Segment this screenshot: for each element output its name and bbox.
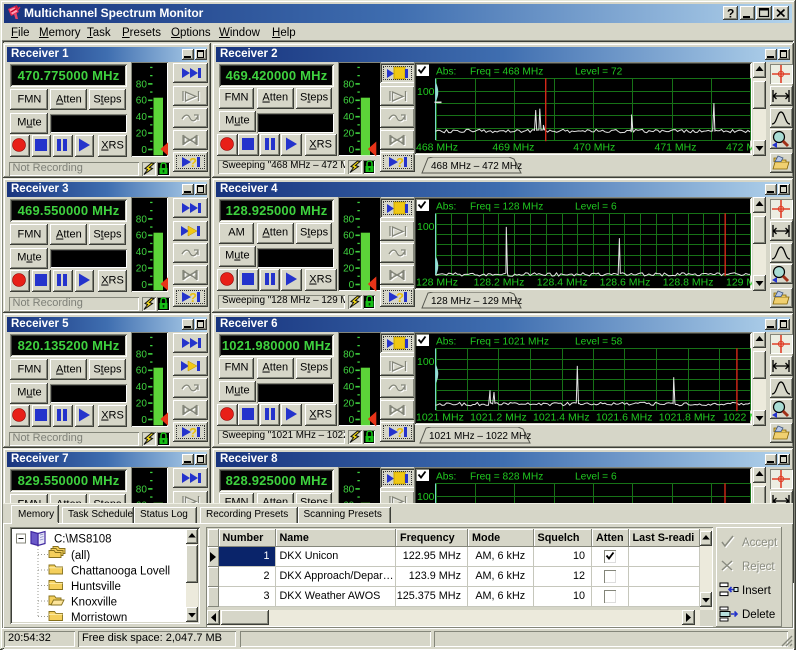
svg-text:60: 60 xyxy=(136,231,148,242)
svg-text:1021 MHz – 1022 MHz: 1021 MHz – 1022 MHz xyxy=(429,431,531,442)
svg-text:80: 80 xyxy=(343,79,355,90)
svg-text:20: 20 xyxy=(136,264,148,275)
svg-text:Freq = 128 MHz: Freq = 128 MHz xyxy=(470,202,543,213)
svg-text:60: 60 xyxy=(343,366,355,377)
svg-text:80: 80 xyxy=(136,79,148,90)
svg-text:Freq = 468 MHz: Freq = 468 MHz xyxy=(470,67,543,78)
svg-text:Abs:: Abs: xyxy=(436,337,456,348)
svg-text:Freq = 828 MHz: Freq = 828 MHz xyxy=(470,472,543,483)
svg-text:468 MHz: 468 MHz xyxy=(416,142,458,154)
svg-text:Abs:: Abs: xyxy=(436,202,456,213)
svg-text:60: 60 xyxy=(136,96,148,107)
svg-text:1022 MHz: 1022 MHz xyxy=(723,412,752,424)
svg-text:0: 0 xyxy=(141,415,147,426)
svg-text:1021.6 MHz: 1021.6 MHz xyxy=(596,412,653,424)
svg-text:128.8 MHz: 128.8 MHz xyxy=(663,277,714,289)
svg-text:Abs:: Abs: xyxy=(436,472,456,483)
svg-text:128.2 MHz: 128.2 MHz xyxy=(474,277,525,289)
svg-text:20: 20 xyxy=(136,129,148,140)
svg-text:100: 100 xyxy=(417,86,435,98)
svg-text:C:\MS8108: C:\MS8108 xyxy=(54,534,112,546)
svg-text:0: 0 xyxy=(141,280,147,291)
svg-text:80: 80 xyxy=(343,484,355,495)
svg-text:20: 20 xyxy=(343,129,355,140)
svg-text:Level = 58: Level = 58 xyxy=(575,337,623,348)
svg-text:80: 80 xyxy=(136,214,148,225)
svg-text:470 MHz: 470 MHz xyxy=(573,142,615,154)
svg-text:60: 60 xyxy=(343,231,355,242)
svg-text:60: 60 xyxy=(136,366,148,377)
svg-text:Freq = 1021 MHz: Freq = 1021 MHz xyxy=(470,337,549,348)
svg-text:1021.2 MHz: 1021.2 MHz xyxy=(470,412,527,424)
svg-text:Level = 72: Level = 72 xyxy=(575,67,623,78)
svg-text:468 MHz – 472 MHz: 468 MHz – 472 MHz xyxy=(431,161,522,172)
svg-text:129 MHz: 129 MHz xyxy=(726,277,752,289)
svg-text:128 MHz – 129 MHz: 128 MHz – 129 MHz xyxy=(431,296,522,307)
svg-text:Abs:: Abs: xyxy=(436,67,456,78)
svg-text:60: 60 xyxy=(343,96,355,107)
svg-text:0: 0 xyxy=(349,145,355,156)
svg-text:471 MHz: 471 MHz xyxy=(654,142,696,154)
svg-text:80: 80 xyxy=(343,214,355,225)
svg-text:128 MHz: 128 MHz xyxy=(416,277,458,289)
svg-text:80: 80 xyxy=(343,349,355,360)
svg-text:469 MHz: 469 MHz xyxy=(492,142,534,154)
svg-text:80: 80 xyxy=(136,484,148,495)
svg-text:Morristown: Morristown xyxy=(71,612,127,622)
svg-text:128.6 MHz: 128.6 MHz xyxy=(600,277,651,289)
svg-text:20: 20 xyxy=(343,399,355,410)
svg-text:472 MHz: 472 MHz xyxy=(726,142,752,154)
svg-text:100: 100 xyxy=(417,356,435,368)
svg-text:80: 80 xyxy=(136,349,148,360)
svg-text:40: 40 xyxy=(343,112,355,123)
svg-text:40: 40 xyxy=(136,382,148,393)
svg-text:20: 20 xyxy=(343,264,355,275)
svg-text:0: 0 xyxy=(141,145,147,156)
svg-text:100: 100 xyxy=(417,221,435,233)
svg-text:40: 40 xyxy=(343,382,355,393)
svg-text:1021.8 MHz: 1021.8 MHz xyxy=(659,412,716,424)
svg-text:0: 0 xyxy=(349,280,355,291)
svg-text:Level = 6: Level = 6 xyxy=(575,202,617,213)
svg-text:100: 100 xyxy=(417,491,435,503)
svg-text:40: 40 xyxy=(136,112,148,123)
svg-text:Level = 6: Level = 6 xyxy=(575,472,617,483)
svg-text:20: 20 xyxy=(136,399,148,410)
svg-text:Chattanooga Lovell: Chattanooga Lovell xyxy=(71,566,170,578)
svg-text:1021 MHz: 1021 MHz xyxy=(416,412,464,424)
svg-text:128.4 MHz: 128.4 MHz xyxy=(537,277,588,289)
svg-text:1021.4 MHz: 1021.4 MHz xyxy=(533,412,590,424)
svg-text:(all): (all) xyxy=(71,550,90,562)
svg-text:Knoxville: Knoxville xyxy=(71,597,117,609)
svg-text:Huntsville: Huntsville xyxy=(71,581,121,593)
svg-text:40: 40 xyxy=(136,247,148,258)
svg-text:?: ? xyxy=(727,7,734,21)
svg-text:40: 40 xyxy=(343,247,355,258)
svg-text:0: 0 xyxy=(349,415,355,426)
